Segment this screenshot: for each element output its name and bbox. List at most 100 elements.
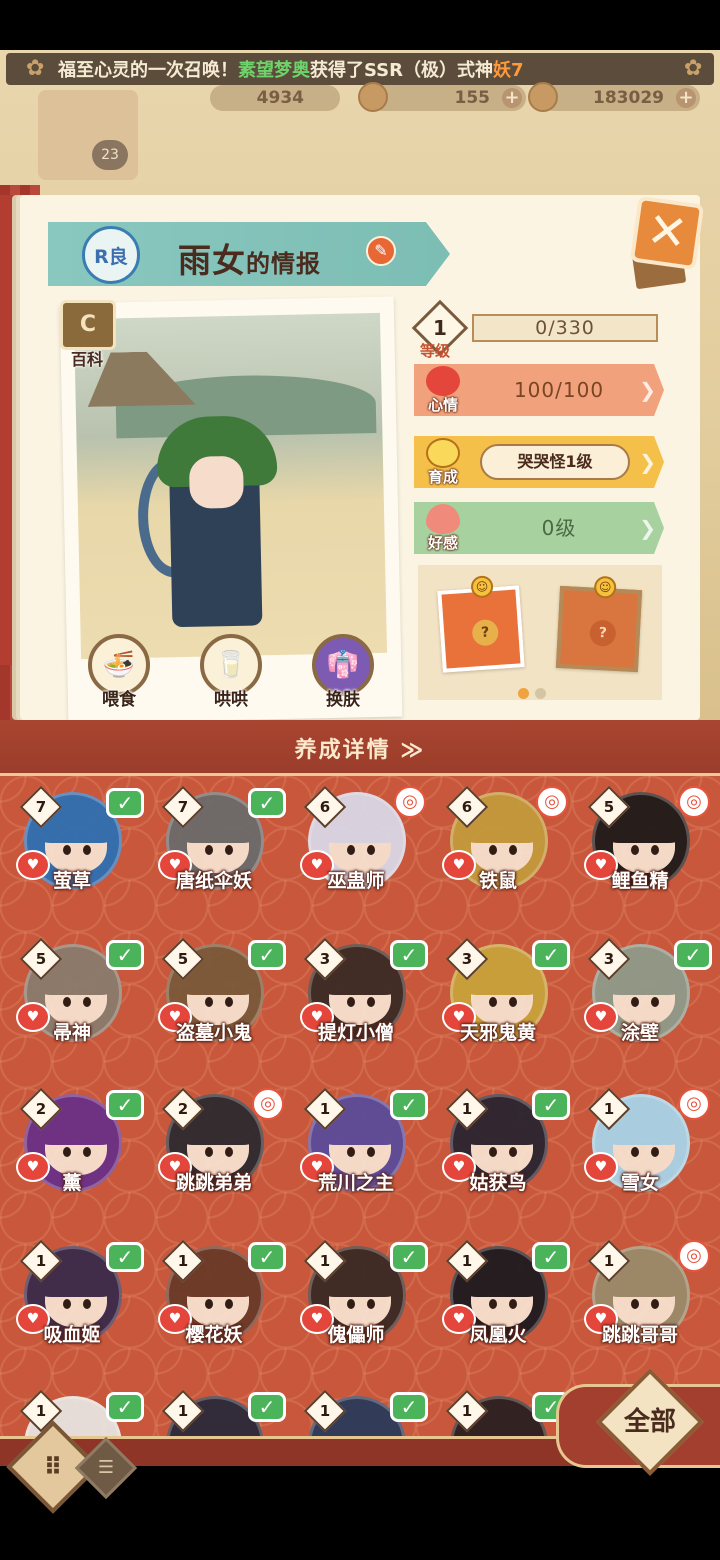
check-icon: ✓	[532, 940, 570, 970]
portrait-eye	[225, 1147, 233, 1157]
panel-header[interactable]: 养成详情 ≫	[0, 720, 720, 776]
ticket-icon	[358, 82, 388, 112]
shikigami-card[interactable]: 3 ✓ ♥ 涂壁	[570, 932, 712, 1080]
flower-icon: ✿	[684, 56, 703, 81]
heart-icon	[426, 366, 460, 396]
shikigami-level: 6	[461, 798, 473, 816]
mood-row[interactable]: 心情 100/100 ❯	[414, 364, 664, 416]
shikigami-name: 凤凰火	[469, 1324, 527, 1346]
page-dot-active[interactable]	[518, 688, 529, 699]
shikigami-card[interactable]: 1 ✓ ♥ 傀儡师	[286, 1234, 428, 1382]
portrait-eye	[83, 845, 91, 855]
shikigami-card[interactable]: 1 ◎ ♥ 跳跳哥哥	[570, 1234, 710, 1382]
add-coins-button[interactable]: +	[676, 88, 696, 108]
shikigami-card[interactable]: 1 ✓ ♥ 吸血姬	[2, 1234, 144, 1382]
portrait-eye	[509, 1299, 517, 1309]
shikigami-card[interactable]: 1 ◎ ♥ 雪女	[570, 1082, 710, 1230]
chevron-right-icon: ❯	[639, 378, 656, 402]
shikigami-level: 1	[35, 1252, 47, 1270]
shikigami-card[interactable]: 5 ◎ ♥ 鲤鱼精	[570, 780, 710, 928]
affection-label: 好感	[427, 534, 458, 552]
portrait-eye	[63, 845, 71, 855]
raise-row[interactable]: 育成 哭哭怪1级 ❯	[414, 436, 664, 488]
portrait-eye	[347, 1299, 355, 1309]
portrait-eye	[367, 1299, 375, 1309]
shikigami-card[interactable]: 7 ✓ ♥ 萤草	[2, 780, 144, 928]
add-tickets-button[interactable]: +	[502, 88, 522, 108]
portrait-eye	[63, 1299, 71, 1309]
peach-icon	[426, 504, 460, 534]
shikigami-level: 2	[35, 1100, 47, 1118]
mood-icon-wrap: 心情	[420, 366, 466, 414]
shikigami-level: 3	[603, 950, 615, 968]
question-icon: ?	[471, 618, 500, 647]
raise-icon-wrap: 育成	[420, 438, 466, 486]
shikigami-card[interactable]: 2 ✓ ♥ 薰	[2, 1082, 144, 1230]
swirl-icon: ◎	[678, 1240, 710, 1272]
affection-row[interactable]: 好感 0级 ❯	[414, 502, 664, 554]
shikigami-card[interactable]: 3 ✓ ♥ 天邪鬼黄	[428, 932, 570, 1080]
skin-label: 换肤	[326, 690, 360, 710]
jade-value: 4934	[256, 88, 304, 108]
check-icon: ✓	[248, 1242, 286, 1272]
shikigami-card[interactable]: 1 ✓ ♥ 樱花妖	[144, 1234, 286, 1382]
coin-value: 183029	[593, 88, 664, 108]
page-dot[interactable]	[535, 688, 546, 699]
coin-icon	[528, 82, 558, 112]
jade-counter: 4934	[210, 85, 340, 111]
close-button[interactable]: ✕	[629, 195, 705, 271]
shikigami-card[interactable]: 5 ✓ ♥ 盗墓小鬼	[144, 932, 286, 1080]
portrait-eye	[651, 845, 659, 855]
shikigami-name: 姑获鸟	[469, 1172, 527, 1194]
panel-title: 养成详情 ≫	[294, 738, 426, 763]
announcement-middle: 获得了SSR（极）式神	[310, 60, 493, 81]
shikigami-level: 1	[319, 1402, 331, 1420]
portrait-eye	[651, 997, 659, 1007]
memory-card-1[interactable]: ☺ ?	[437, 575, 525, 673]
coax-button[interactable]: 🥛 哄哄	[198, 634, 264, 710]
shikigami-card[interactable]: 3 ✓ ♥ 提灯小僧	[286, 932, 428, 1080]
shikigami-card[interactable]: 1 ✓ ♥ 凤凰火	[428, 1234, 570, 1382]
portrait-eye	[631, 997, 639, 1007]
shikigami-name: 荒川之主	[317, 1172, 394, 1194]
shikigami-level: 6	[319, 798, 331, 816]
check-icon: ✓	[106, 1242, 144, 1272]
shikigami-card[interactable]: 6 ◎ ♥ 铁鼠	[428, 780, 568, 928]
shikigami-name: 巫蛊师	[327, 870, 385, 892]
check-icon: ✓	[106, 940, 144, 970]
portrait-image	[73, 312, 388, 660]
level-row: 1 等级 0/330	[411, 299, 664, 360]
check-icon: ✓	[532, 1242, 570, 1272]
shikigami-card[interactable]: 1 ✓ ♥ 姑获鸟	[428, 1082, 570, 1230]
announcement-player: 素望梦奥	[238, 60, 310, 81]
shikigami-card[interactable]: 2 ◎ ♥ 跳跳弟弟	[144, 1082, 284, 1230]
shikigami-card[interactable]: 7 ✓ ♥ 唐纸伞妖	[144, 780, 286, 928]
edit-name-button[interactable]: ✎	[366, 236, 396, 266]
portrait-eye	[631, 1299, 639, 1309]
skin-button[interactable]: 👘 换肤	[310, 634, 376, 710]
shikigami-name: 天邪鬼黄	[459, 1022, 536, 1044]
shikigami-level: 7	[35, 798, 47, 816]
shikigami-level: 5	[177, 950, 189, 968]
shikigami-card[interactable]: 1 ✓ ♥ 荒川之主	[286, 1082, 428, 1230]
player-level: 23	[92, 140, 128, 170]
portrait-eye	[651, 1147, 659, 1157]
feed-button[interactable]: 🍜 喂食	[86, 634, 152, 710]
portrait-eye	[631, 1147, 639, 1157]
portrait-eye	[83, 997, 91, 1007]
check-icon: ✓	[106, 1090, 144, 1120]
encyclopedia-button[interactable]: C 百科	[54, 300, 120, 376]
question-icon: ?	[589, 619, 617, 647]
portrait-eye	[509, 997, 517, 1007]
memory-card-2[interactable]: ☺ ?	[555, 575, 643, 673]
shikigami-card[interactable]: 5 ✓ ♥ 帚神	[2, 932, 144, 1080]
announcement-prefix: 福至心灵的一次召唤！	[58, 60, 238, 81]
check-icon: ✓	[532, 1090, 570, 1120]
portrait-eye	[83, 1299, 91, 1309]
portrait-eye	[651, 1299, 659, 1309]
portrait-eye	[205, 845, 213, 855]
shikigami-card[interactable]: 6 ◎ ♥ 巫蛊师	[286, 780, 426, 928]
player-avatar[interactable]	[38, 90, 138, 180]
shikigami-name: 提灯小僧	[317, 1022, 394, 1044]
portrait-eye	[509, 845, 517, 855]
